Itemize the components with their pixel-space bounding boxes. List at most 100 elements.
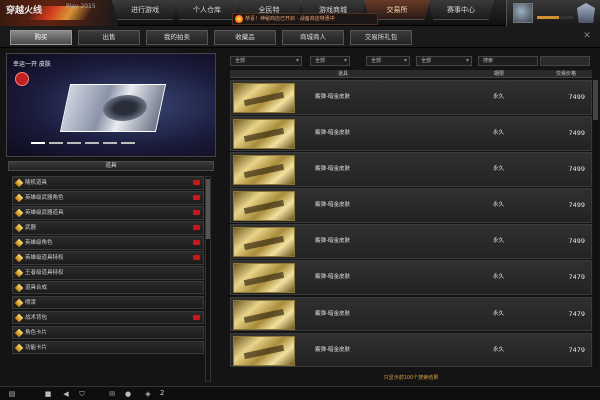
col-header-price: 交易价格: [556, 71, 577, 77]
sub-tab[interactable]: 出售: [78, 30, 140, 45]
category-item[interactable]: 战术背包: [12, 310, 204, 325]
logo-text: 穿越火线: [6, 6, 43, 16]
friends-icon[interactable]: ◈: [144, 390, 152, 398]
menu-icon[interactable]: ▤: [8, 390, 16, 398]
bottom-bar: ▤ ■ ◀ ⛉ ✉ ● ◈ 2: [0, 386, 600, 400]
pager-dot[interactable]: [67, 142, 81, 144]
new-badge-icon: [193, 314, 200, 320]
sub-tab[interactable]: 商城商人: [282, 30, 344, 45]
promo-banner[interactable]: 幸运一开 皮肤: [6, 53, 216, 157]
nav-tab[interactable]: 进行游戏: [112, 0, 178, 20]
table-row[interactable]: 霰弹-暗金皮肤 永久 7499: [230, 152, 592, 187]
listing-scrollbar[interactable]: [593, 80, 598, 370]
grade-select[interactable]: 全部: [366, 56, 410, 66]
table-row[interactable]: 霰弹-暗金皮肤 永久 7499: [230, 188, 592, 223]
item-price: 7499: [568, 165, 585, 174]
item-price: 7499: [568, 237, 585, 246]
table-row[interactable]: 霰弹-暗金皮肤 永久 7479: [230, 332, 592, 368]
category-item[interactable]: 道具合成: [12, 280, 204, 295]
experience-bar: [537, 16, 573, 19]
category-label: 英雄级道具特权: [25, 254, 64, 261]
category-item[interactable]: 英雄级武器角色: [12, 190, 204, 205]
mic-icon[interactable]: ●: [124, 390, 132, 398]
search-input[interactable]: 搜索: [478, 56, 538, 66]
gem-icon: [14, 178, 24, 188]
item-thumbnail: [233, 299, 295, 330]
sub-tab[interactable]: 我的拍卖: [146, 30, 208, 45]
online-count: 2: [160, 389, 165, 397]
pager-dot[interactable]: [103, 142, 117, 144]
category-item[interactable]: 王者级道具特权: [12, 265, 204, 280]
category-item[interactable]: 英雄级道具特权: [12, 250, 204, 265]
gem-icon: [14, 313, 24, 323]
logo-subtext: Play 2015: [66, 3, 96, 10]
pager-dot[interactable]: [85, 142, 99, 144]
item-thumbnail: [233, 155, 295, 186]
rank-badge-icon: [577, 3, 595, 23]
col-header-item: 道具: [338, 71, 349, 77]
pager-dot[interactable]: [121, 142, 135, 144]
table-row[interactable]: 霰弹-暗金皮肤 永久 7499: [230, 116, 592, 151]
category-label: 王者级道具特权: [25, 269, 64, 276]
speaker-icon[interactable]: ◀: [62, 390, 70, 398]
new-badge-icon: [193, 194, 200, 200]
pager-dot[interactable]: [49, 142, 63, 144]
gem-icon: [14, 208, 24, 218]
banner-title: 幸运一开 皮肤: [13, 61, 51, 68]
category-item[interactable]: 武器: [12, 220, 204, 235]
category-item[interactable]: 英雄级角色: [12, 235, 204, 250]
gem-icon: [14, 298, 24, 308]
item-name: 霰弹-暗金皮肤: [315, 166, 350, 173]
pager-dot[interactable]: [31, 142, 45, 144]
item-duration: 永久: [493, 202, 505, 209]
nav-tab[interactable]: 赛事中心: [428, 0, 494, 20]
sub-tab[interactable]: 购买: [10, 30, 72, 45]
stop-icon[interactable]: ■: [44, 390, 52, 398]
shield-icon[interactable]: ⛉: [78, 390, 86, 398]
item-duration: 永久: [493, 238, 505, 245]
sort-select[interactable]: 全部: [416, 56, 472, 66]
user-card[interactable]: [506, 0, 600, 26]
item-name: 霰弹-暗金皮肤: [315, 130, 350, 137]
gem-icon: [14, 283, 24, 293]
category-label: 战术背包: [25, 314, 48, 321]
table-row[interactable]: 霰弹-暗金皮肤 永久 7499: [230, 224, 592, 259]
scroll-thumb[interactable]: [206, 179, 210, 239]
fire-icon: [235, 15, 243, 23]
top-nav-bar: 穿越火线 Play 2015 进行游戏 个人仓库 全民特 游戏商城 交易所 赛事中心 恭喜…: [0, 0, 600, 26]
sub-select[interactable]: 全部: [310, 56, 350, 66]
gem-icon: [14, 223, 24, 233]
item-name: 霰弹-暗金皮肤: [315, 346, 350, 353]
nav-tab[interactable]: 个人仓库: [174, 0, 240, 20]
sub-tab[interactable]: 收藏品: [214, 30, 276, 45]
close-icon[interactable]: ✕: [582, 31, 592, 41]
item-thumbnail: [233, 119, 295, 150]
banner-pager[interactable]: [31, 142, 135, 144]
category-label: 英雄级武器道具: [25, 209, 64, 216]
type-select[interactable]: 全部: [230, 56, 302, 66]
gem-icon: [14, 268, 24, 278]
category-item[interactable]: 功能卡片: [12, 340, 204, 355]
category-label: 武器: [25, 224, 37, 231]
table-row[interactable]: 霰弹-暗金皮肤 永久 7479: [230, 296, 592, 332]
chat-icon[interactable]: ✉: [108, 390, 116, 398]
category-scrollbar[interactable]: [205, 176, 211, 382]
table-row[interactable]: 霰弹-暗金皮肤 永久 7479: [230, 260, 592, 295]
category-item[interactable]: 喷漆: [12, 295, 204, 310]
table-row[interactable]: 霰弹-暗金皮肤 永久 7499: [230, 80, 592, 115]
category-item[interactable]: 随机道具: [12, 176, 204, 190]
category-item[interactable]: 角色卡片: [12, 325, 204, 340]
col-header-duration: 期限: [494, 71, 505, 77]
scroll-thumb[interactable]: [593, 80, 598, 120]
new-badge-icon: [193, 239, 200, 245]
listing-table: 霰弹-暗金皮肤 永久 7499 霰弹-暗金皮肤 永久 7499 霰弹-暗金皮肤 永久 7499 霰…: [230, 80, 592, 369]
category-item[interactable]: 英雄级武器道具: [12, 205, 204, 220]
sub-tab[interactable]: 交易所礼包: [350, 30, 412, 45]
item-name: 霰弹-暗金皮肤: [315, 310, 350, 317]
new-badge-icon: [193, 180, 200, 185]
ticket-image: [59, 84, 167, 132]
search-button[interactable]: [540, 56, 590, 66]
nav-alert-banner[interactable]: 恭喜！神秘商店已开启 · 战备商店特惠中: [232, 13, 378, 25]
gem-icon: [14, 193, 24, 203]
gem-icon: [14, 238, 24, 248]
